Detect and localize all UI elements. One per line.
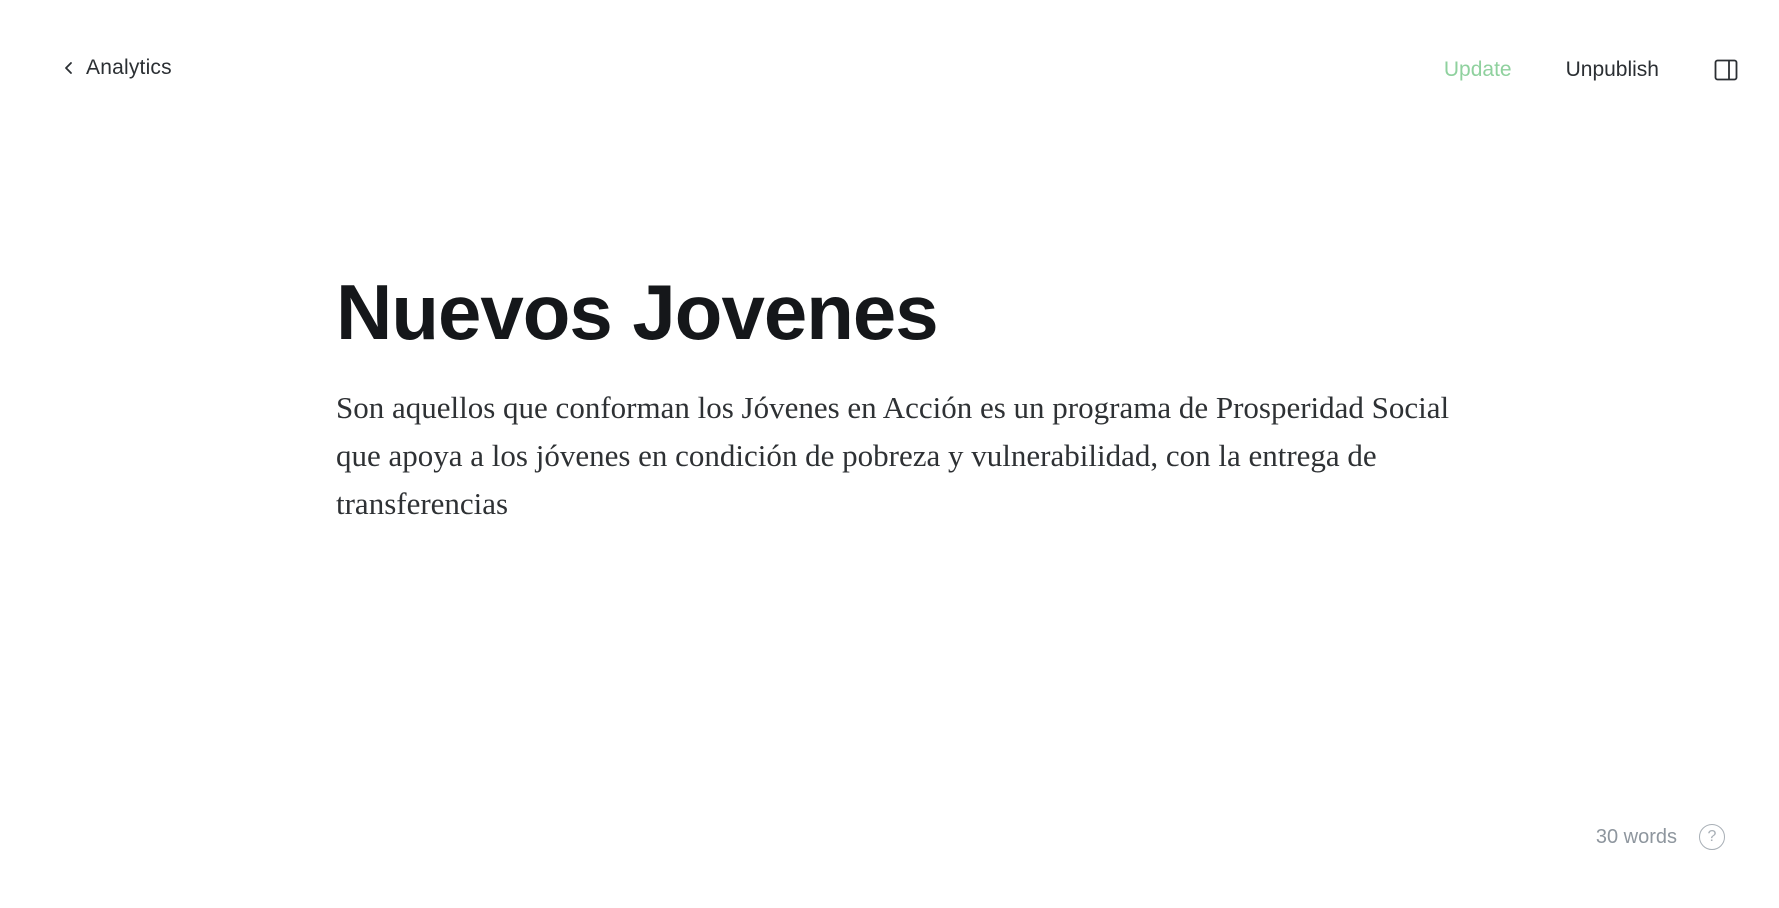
chevron-left-icon — [62, 61, 76, 75]
help-circle-icon: ? — [1707, 828, 1717, 845]
header-actions: Update Unpublish — [1444, 52, 1739, 88]
settings-panel-toggle-button[interactable] — [1713, 57, 1739, 83]
post-editor: Nuevos Jovenes Son aquellos que conforma… — [336, 269, 1456, 528]
top-bar: Analytics Update Unpublish — [0, 0, 1779, 140]
unpublish-button[interactable]: Unpublish — [1566, 52, 1659, 88]
word-count: 30 words — [1595, 825, 1677, 848]
update-button[interactable]: Update — [1444, 52, 1512, 88]
post-title[interactable]: Nuevos Jovenes — [336, 269, 1456, 356]
help-button[interactable]: ? — [1699, 824, 1725, 850]
back-to-analytics-link[interactable]: Analytics — [62, 56, 172, 80]
back-link-label: Analytics — [86, 56, 172, 79]
sidebar-panel-icon — [1714, 59, 1738, 81]
post-body[interactable]: Son aquellos que conforman los Jóvenes e… — [336, 384, 1456, 528]
editor-footer: 30 words ? — [1596, 824, 1725, 850]
